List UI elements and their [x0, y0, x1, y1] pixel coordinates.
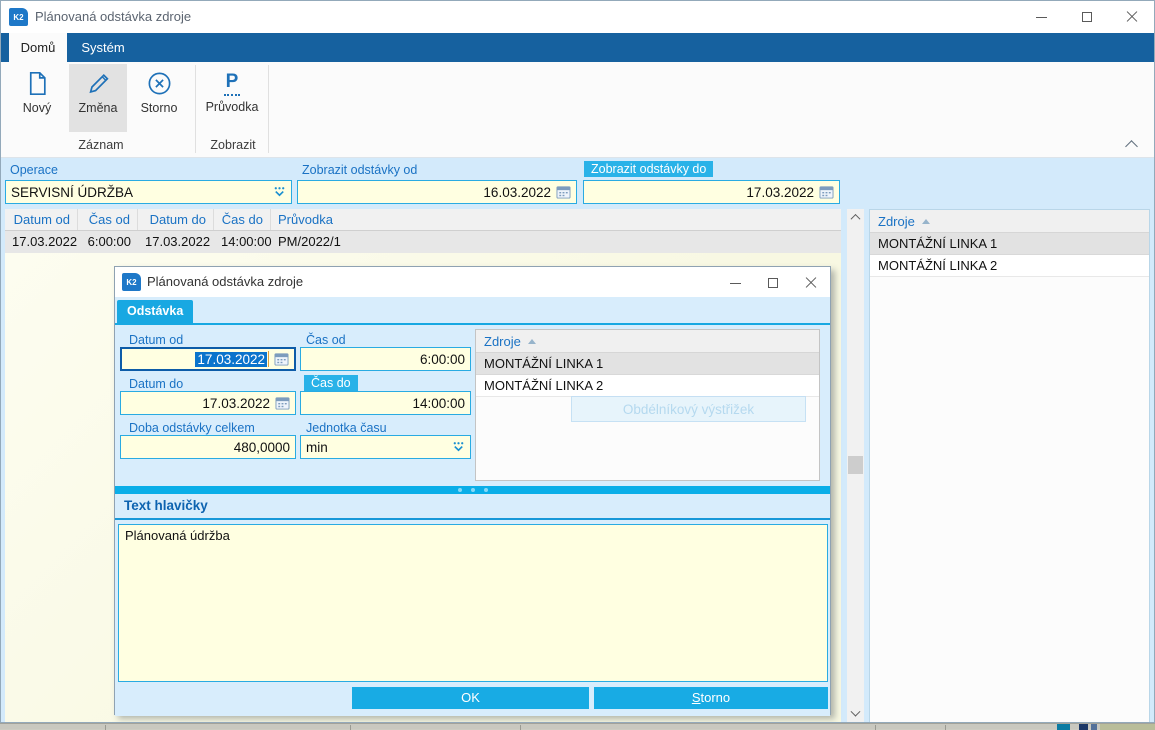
cas-do-field[interactable]: 14:00:00: [300, 391, 471, 415]
ribbon-tabbar: Domů Systém: [1, 33, 1154, 62]
list-item-resource[interactable]: MONTÁŽNÍ LINKA 1: [870, 233, 1149, 255]
splitter-handle[interactable]: [115, 486, 830, 494]
zobrazit-do-field[interactable]: 17.03.2022: [583, 180, 840, 204]
maximize-button[interactable]: [1064, 1, 1109, 33]
cas-do-label: Čas do: [304, 375, 358, 391]
cas-od-label: Čas od: [306, 333, 346, 347]
doba-celkem-label: Doba odstávky celkem: [129, 421, 255, 435]
scroll-down-button[interactable]: [847, 706, 864, 723]
zobrazit-od-field[interactable]: 16.03.2022: [297, 180, 577, 204]
maximize-icon: [768, 278, 778, 288]
col-cas-do[interactable]: Čas do: [214, 209, 271, 230]
section-title: Text hlavičky: [124, 498, 208, 513]
dialog-title: Plánovaná odstávka zdroje: [147, 267, 303, 297]
k2-app-icon: K2: [122, 273, 141, 291]
tab-system[interactable]: Systém: [67, 33, 139, 62]
dropdown-icon[interactable]: [273, 186, 286, 198]
chevron-up-icon: [851, 214, 861, 224]
section-underline: [115, 518, 830, 520]
chevron-down-icon: [851, 707, 861, 717]
minimize-icon: [1036, 17, 1047, 18]
collapse-ribbon-icon[interactable]: [1125, 140, 1138, 153]
list-item-resource[interactable]: MONTÁŽNÍ LINKA 2: [870, 255, 1149, 277]
dialog-footer: OK Storno: [115, 684, 830, 716]
dialog-body: Datum od 17.03.2022 Čas od 6:00:00 Datum…: [115, 325, 830, 486]
desktop-taskbar-strip: [0, 723, 1155, 729]
window-title: Plánovaná odstávka zdroje: [35, 1, 191, 33]
dialog-titlebar: K2 Plánovaná odstávka zdroje: [115, 267, 830, 297]
ribbon: Nový Změna Storno P Průvodka Záznam Zobr…: [1, 62, 1154, 158]
minimize-button[interactable]: [1019, 1, 1064, 33]
table-scrollbar[interactable]: [847, 209, 864, 723]
new-document-icon: [24, 70, 51, 97]
outage-dialog: K2 Plánovaná odstávka zdroje Odstávka Da…: [114, 266, 831, 715]
scroll-up-button[interactable]: [847, 209, 864, 226]
col-datum-od[interactable]: Datum od: [5, 209, 78, 230]
pencil-icon: [85, 70, 112, 97]
dialog-maximize-button[interactable]: [754, 267, 792, 299]
group-label-zaznam: Záznam: [9, 138, 193, 154]
list-item-resource[interactable]: MONTÁŽNÍ LINKA 2: [476, 375, 819, 397]
list-item-resource[interactable]: MONTÁŽNÍ LINKA 1: [476, 353, 819, 375]
ok-button[interactable]: OK: [352, 687, 589, 709]
resources-panel: Zdroje MONTÁŽNÍ LINKA 1 MONTÁŽNÍ LINKA 2: [869, 209, 1150, 723]
tab-odstavka[interactable]: Odstávka: [117, 300, 193, 323]
close-button[interactable]: [1109, 1, 1154, 33]
new-button[interactable]: Nový: [9, 64, 65, 132]
datum-od-field[interactable]: 17.03.2022: [120, 347, 296, 371]
datum-do-label: Datum do: [129, 377, 183, 391]
routing-card-icon: P: [224, 70, 241, 96]
col-cas-od[interactable]: Čas od: [78, 209, 138, 230]
snip-overlay-button: Obdélníkový výstřižek: [571, 396, 806, 422]
dialog-tabbar: Odstávka: [115, 297, 830, 323]
ribbon-separator: [268, 65, 269, 153]
operace-combo[interactable]: SERVISNÍ ÚDRŽBA: [5, 180, 292, 204]
dialog-close-button[interactable]: [792, 267, 830, 299]
maximize-icon: [1082, 12, 1092, 22]
storno-button[interactable]: Storno: [594, 687, 828, 709]
circled-x-icon: [146, 70, 173, 97]
datum-do-field[interactable]: 17.03.2022: [120, 391, 296, 415]
resources-header[interactable]: Zdroje: [870, 210, 1149, 233]
outages-table: Datum od Čas od Datum do Čas do Průvodka…: [5, 209, 841, 253]
pruvodka-button[interactable]: P Průvodka: [199, 64, 265, 132]
sort-ascending-icon: [922, 219, 930, 224]
col-datum-do[interactable]: Datum do: [138, 209, 214, 230]
jednotka-casu-combo[interactable]: min: [300, 435, 471, 459]
doba-celkem-field[interactable]: 480,0000: [120, 435, 296, 459]
dialog-minimize-button[interactable]: [716, 267, 754, 299]
outages-table-header: Datum od Čas od Datum do Čas do Průvodka: [5, 209, 841, 231]
ribbon-separator: [195, 65, 196, 153]
calendar-icon[interactable]: [556, 185, 571, 199]
operace-label: Operace: [10, 163, 58, 177]
scrollbar-thumb[interactable]: [848, 456, 863, 474]
minimize-icon: [730, 283, 741, 284]
col-pruvodka[interactable]: Průvodka: [271, 209, 841, 230]
dialog-resources-panel: Zdroje MONTÁŽNÍ LINKA 1 MONTÁŽNÍ LINKA 2…: [475, 329, 820, 481]
text-caret: [268, 351, 269, 367]
calendar-icon[interactable]: [274, 352, 289, 366]
tab-domu[interactable]: Domů: [9, 33, 67, 62]
storno-button[interactable]: Storno: [129, 64, 189, 132]
jednotka-casu-label: Jednotka času: [306, 421, 387, 435]
zobrazit-do-label: Zobrazit odstávky do: [584, 161, 713, 177]
header-text-section: Text hlavičky: [115, 494, 830, 520]
header-text-area[interactable]: Plánovaná údržba: [118, 524, 828, 682]
datum-od-label: Datum od: [129, 333, 183, 347]
k2-app-icon: K2: [9, 8, 28, 26]
zobrazit-od-label: Zobrazit odstávky od: [302, 163, 417, 177]
cas-od-field[interactable]: 6:00:00: [300, 347, 471, 371]
dialog-resources-header[interactable]: Zdroje: [476, 330, 819, 353]
close-icon: [805, 277, 817, 289]
edit-button[interactable]: Změna: [69, 64, 127, 132]
main-window: K2 Plánovaná odstávka zdroje Domů Systém…: [0, 0, 1155, 723]
close-icon: [1126, 11, 1138, 23]
calendar-icon[interactable]: [275, 396, 290, 410]
calendar-icon[interactable]: [819, 185, 834, 199]
group-label-zobrazit: Zobrazit: [199, 138, 267, 154]
table-row[interactable]: 17.03.2022 6:00:00 17.03.2022 14:00:00 P…: [5, 231, 841, 253]
dropdown-icon[interactable]: [452, 441, 465, 453]
sort-ascending-icon: [528, 339, 536, 344]
titlebar: K2 Plánovaná odstávka zdroje: [1, 1, 1154, 33]
